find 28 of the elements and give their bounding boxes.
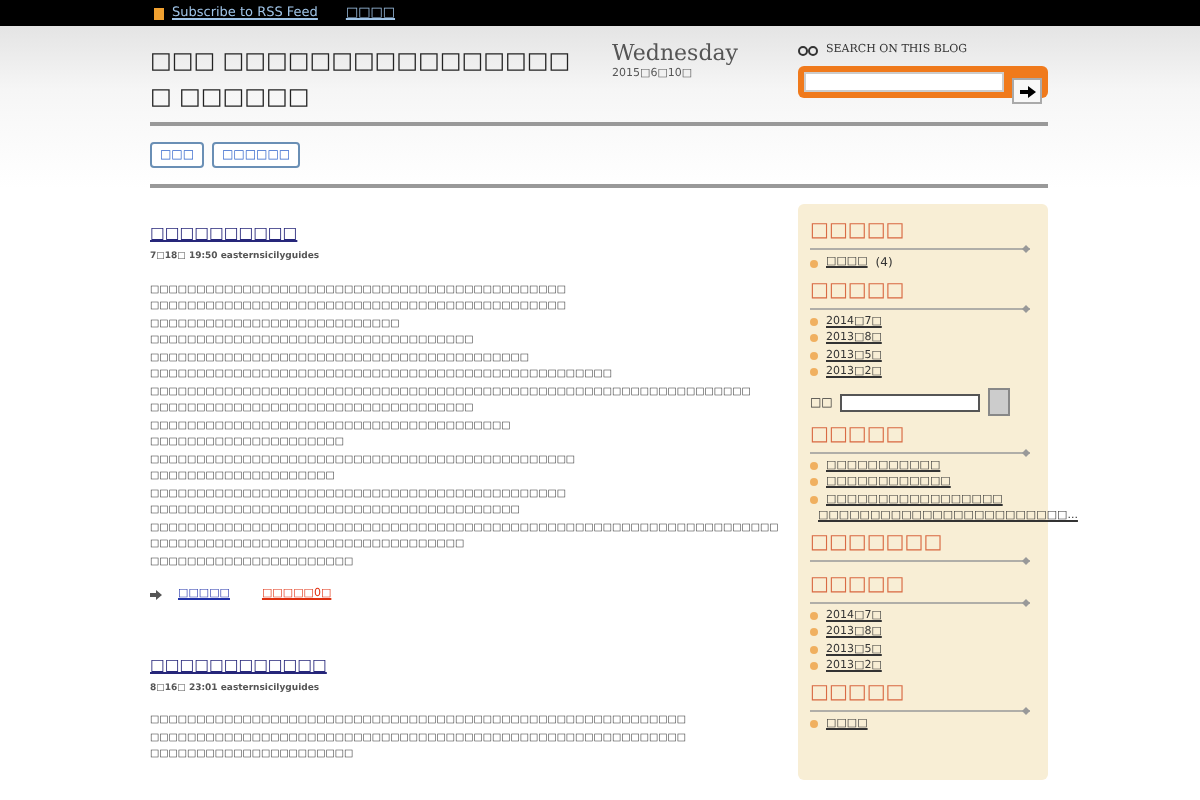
weekday: Wednesday [612,42,739,66]
blog-title: □□□ □□□□□□□□□□□□□□□□□ □□□□□□ [150,44,573,114]
bullet-icon [810,367,818,376]
widget-heading: □□□□□ [810,280,907,304]
widget-heading: □□□□□ [810,220,907,244]
widget-heading: □□□□□□□ [810,532,945,556]
rss-icon [154,7,164,19]
bullet-icon [810,661,818,670]
bullet-icon [810,645,818,654]
bullet-icon [810,334,818,343]
submit-button[interactable] [988,388,1011,416]
widget-heading: □□□□□ [810,574,907,598]
widget-heading: □□□□□ [810,682,907,706]
widget-heading: □□□□□ [810,424,907,448]
bullet-icon [810,628,818,637]
bullet-icon [810,259,818,267]
bullet-icon [810,462,818,471]
search-button[interactable] [1012,78,1042,105]
bullet-icon [810,495,818,504]
arrow-icon [150,589,162,600]
bullet-icon [810,318,818,327]
bullet-icon [810,612,818,621]
search-field[interactable] [840,393,981,411]
glasses-icon [798,45,818,56]
bullet-icon [810,478,818,487]
bullet-icon [810,720,818,729]
arrow-icon [1019,85,1035,98]
bullet-icon [810,351,818,360]
